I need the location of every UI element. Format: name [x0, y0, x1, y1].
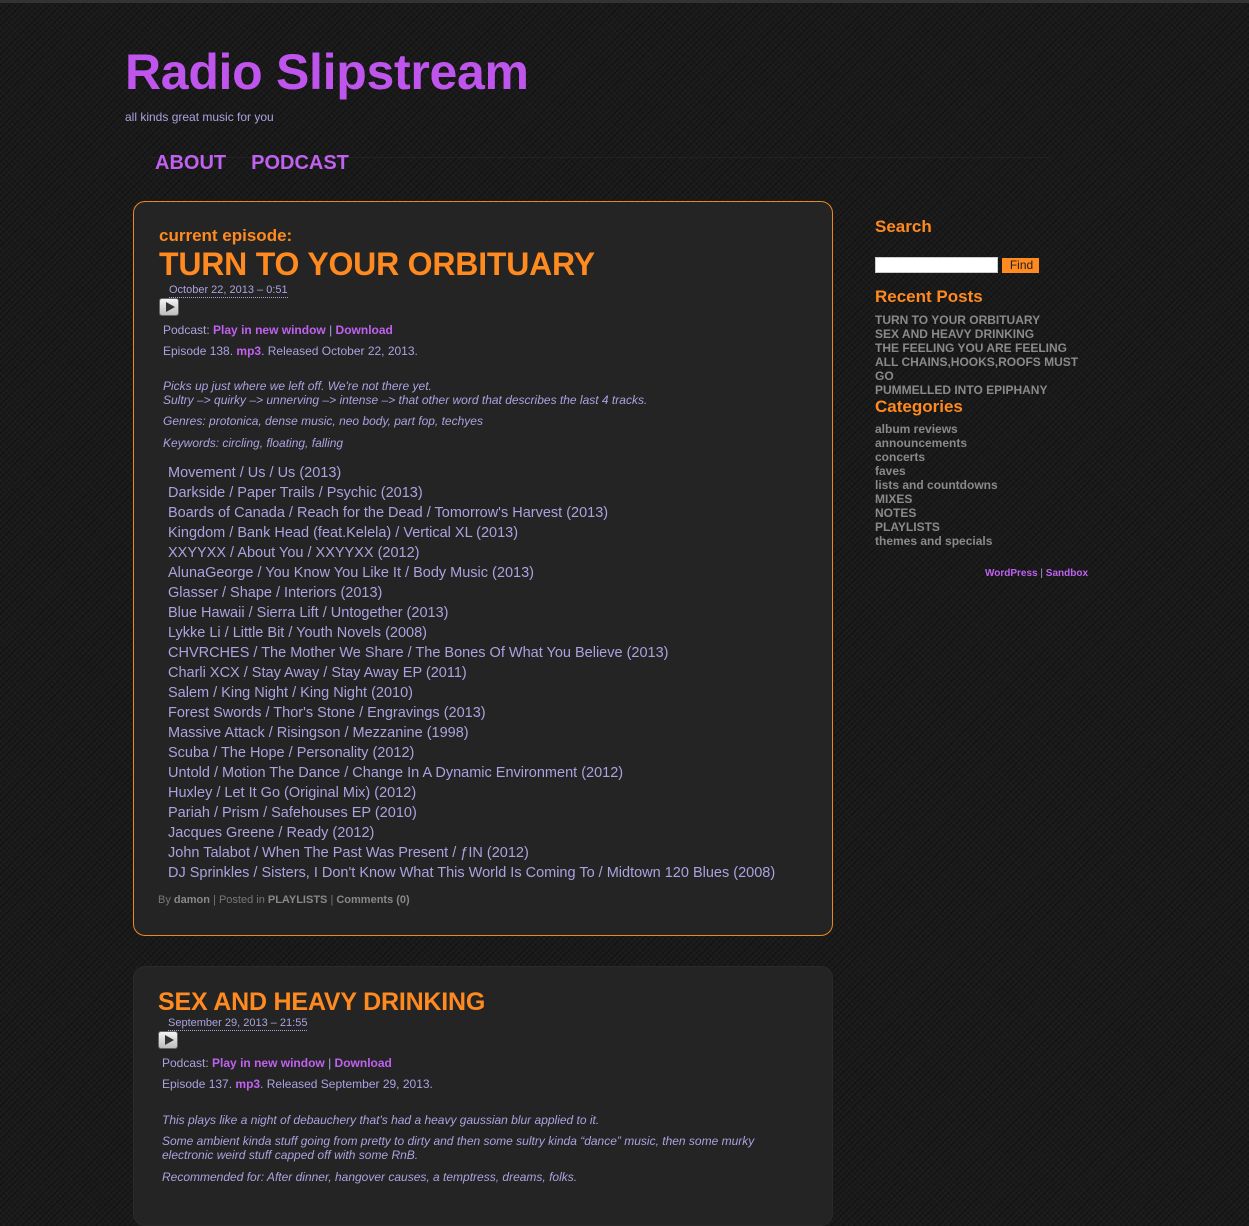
- download-link[interactable]: Download: [336, 323, 393, 337]
- track-item: CHVRCHES / The Mother We Share / The Bon…: [168, 645, 669, 661]
- recent-posts-list: TURN TO YOUR ORBITUARY SEX AND HEAVY DRI…: [875, 313, 1090, 397]
- track-item: Pariah / Prism / Safehouses EP (2010): [168, 805, 417, 821]
- post-description-2: Sultry –> quirky –> unnerving –> intense…: [163, 393, 648, 407]
- podcast-label: Podcast:: [162, 1056, 209, 1070]
- site-tagline: all kinds great music for you: [125, 110, 274, 124]
- categories-heading: Categories: [875, 397, 963, 416]
- play-new-window-link[interactable]: Play in new window: [213, 323, 326, 337]
- track-item: Darkside / Paper Trails / Psychic (2013): [168, 485, 423, 501]
- search-heading: Search: [875, 217, 932, 236]
- category-link[interactable]: faves: [875, 464, 1090, 478]
- nav-item-about[interactable]: ABOUT: [155, 152, 226, 175]
- post-title[interactable]: SEX AND HEAVY DRINKING: [158, 987, 485, 1017]
- comments-link[interactable]: Comments (0): [336, 894, 409, 906]
- current-episode-label: current episode:: [159, 226, 293, 245]
- category-link[interactable]: concerts: [875, 450, 1090, 464]
- track-item: Scuba / The Hope / Personality (2012): [168, 745, 415, 761]
- podcast-links: Podcast: Play in new window | Download: [163, 323, 393, 337]
- author-link[interactable]: damon: [174, 894, 210, 906]
- post-title[interactable]: TURN TO YOUR ORBITUARY: [159, 246, 595, 282]
- episode-number: Episode 137.: [162, 1077, 233, 1091]
- track-item: DJ Sprinkles / Sisters, I Don't Know Wha…: [168, 865, 776, 881]
- track-item: John Talabot / When The Past Was Present…: [168, 845, 529, 861]
- track-item: Charli XCX / Stay Away / Stay Away EP (2…: [168, 665, 467, 681]
- play-icon[interactable]: [159, 298, 179, 316]
- post-previous-episode: SEX AND HEAVY DRINKING September 29, 201…: [133, 966, 833, 1226]
- posted-in-label: | Posted in: [213, 894, 265, 906]
- podcast-links: Podcast: Play in new window | Download: [162, 1056, 392, 1070]
- post-date: October 22, 2013 – 0:51: [169, 284, 288, 298]
- play-new-window-link[interactable]: Play in new window: [212, 1056, 325, 1070]
- recent-post-link[interactable]: ALL CHAINS,HOOKS,ROOFS MUST GO: [875, 355, 1090, 383]
- by-label: By: [158, 894, 171, 906]
- release-date: . Released September 29, 2013.: [260, 1077, 433, 1091]
- track-item: Forest Swords / Thor's Stone / Engraving…: [168, 705, 486, 721]
- post-description-1: This plays like a night of debauchery th…: [162, 1113, 600, 1127]
- link-separator: |: [328, 1056, 332, 1070]
- post-description-2: Some ambient kinda stuff going from pret…: [162, 1134, 755, 1162]
- mp3-link[interactable]: mp3: [236, 344, 261, 358]
- recent-post-link[interactable]: TURN TO YOUR ORBITUARY: [875, 313, 1090, 327]
- tracklist: Movement / Us / Us (2013) Darkside / Pap…: [168, 463, 775, 883]
- track-item: Glasser / Shape / Interiors (2013): [168, 585, 383, 601]
- track-item: Lykke Li / Little Bit / Youth Novels (20…: [168, 625, 427, 641]
- mp3-link[interactable]: mp3: [235, 1077, 260, 1091]
- track-item: Salem / King Night / King Night (2010): [168, 685, 414, 701]
- credit-separator: |: [1040, 568, 1044, 579]
- wordpress-link[interactable]: WordPress: [985, 568, 1038, 579]
- top-border: [0, 0, 1249, 3]
- category-link[interactable]: PLAYLISTS: [875, 520, 1090, 534]
- link-separator: |: [329, 323, 333, 337]
- track-item: Boards of Canada / Reach for the Dead / …: [168, 505, 609, 521]
- recent-post-link[interactable]: THE FEELING YOU ARE FEELING: [875, 341, 1090, 355]
- post-current-episode: current episode: TURN TO YOUR ORBITUARY …: [133, 201, 833, 936]
- sandbox-link[interactable]: Sandbox: [1046, 568, 1088, 579]
- post-date: September 29, 2013 – 21:55: [168, 1017, 308, 1031]
- track-item: AlunaGeorge / You Know You Like It / Bod…: [168, 565, 534, 581]
- footer-credits: WordPress | Sandbox: [985, 568, 1088, 579]
- search-input[interactable]: [875, 257, 998, 273]
- track-item: Movement / Us / Us (2013): [168, 465, 342, 481]
- track-item: Massive Attack / Risingson / Mezzanine (…: [168, 725, 469, 741]
- find-button[interactable]: Find: [1002, 258, 1039, 273]
- track-item: Jacques Greene / Ready (2012): [168, 825, 375, 841]
- category-link[interactable]: MIXES: [875, 492, 1090, 506]
- episode-number: Episode 138.: [163, 344, 234, 358]
- play-icon[interactable]: [158, 1031, 178, 1049]
- episode-info: Episode 138. mp3. Released October 22, 2…: [163, 344, 418, 358]
- byline-separator: |: [330, 894, 334, 906]
- recent-post-link[interactable]: SEX AND HEAVY DRINKING: [875, 327, 1090, 341]
- nav-item-podcast[interactable]: PODCAST: [251, 152, 349, 175]
- categories-list: album reviews announcements concerts fav…: [875, 422, 1090, 548]
- category-link[interactable]: themes and specials: [875, 534, 1090, 548]
- category-link[interactable]: PLAYLISTS: [268, 894, 328, 906]
- track-item: XXYYXX / About You / XXYYXX (2012): [168, 545, 420, 561]
- track-item: Huxley / Let It Go (Original Mix) (2012): [168, 785, 417, 801]
- post-keywords: Keywords: circling, floating, falling: [163, 436, 344, 450]
- podcast-label: Podcast:: [163, 323, 210, 337]
- track-item: Untold / Motion The Dance / Change In A …: [168, 765, 624, 781]
- category-link[interactable]: album reviews: [875, 422, 1090, 436]
- main-nav: ABOUT PODCAST: [155, 152, 349, 175]
- post-byline: By damon | Posted in PLAYLISTS | Comment…: [158, 894, 410, 906]
- site-title[interactable]: Radio Slipstream: [125, 42, 529, 102]
- category-link[interactable]: announcements: [875, 436, 1090, 450]
- recent-posts-heading: Recent Posts: [875, 287, 983, 306]
- recent-post-link[interactable]: PUMMELLED INTO EPIPHANY: [875, 383, 1090, 397]
- download-link[interactable]: Download: [335, 1056, 392, 1070]
- release-date: . Released October 22, 2013.: [261, 344, 418, 358]
- category-link[interactable]: lists and countdowns: [875, 478, 1090, 492]
- track-item: Kingdom / Bank Head (feat.Kelela) / Vert…: [168, 525, 519, 541]
- track-item: Blue Hawaii / Sierra Lift / Untogether (…: [168, 605, 449, 621]
- post-genres: Genres: protonica, dense music, neo body…: [163, 414, 483, 428]
- post-description-1: Picks up just where we left off. We're n…: [163, 379, 432, 393]
- category-link[interactable]: NOTES: [875, 506, 1090, 520]
- episode-info: Episode 137. mp3. Released September 29,…: [162, 1077, 433, 1091]
